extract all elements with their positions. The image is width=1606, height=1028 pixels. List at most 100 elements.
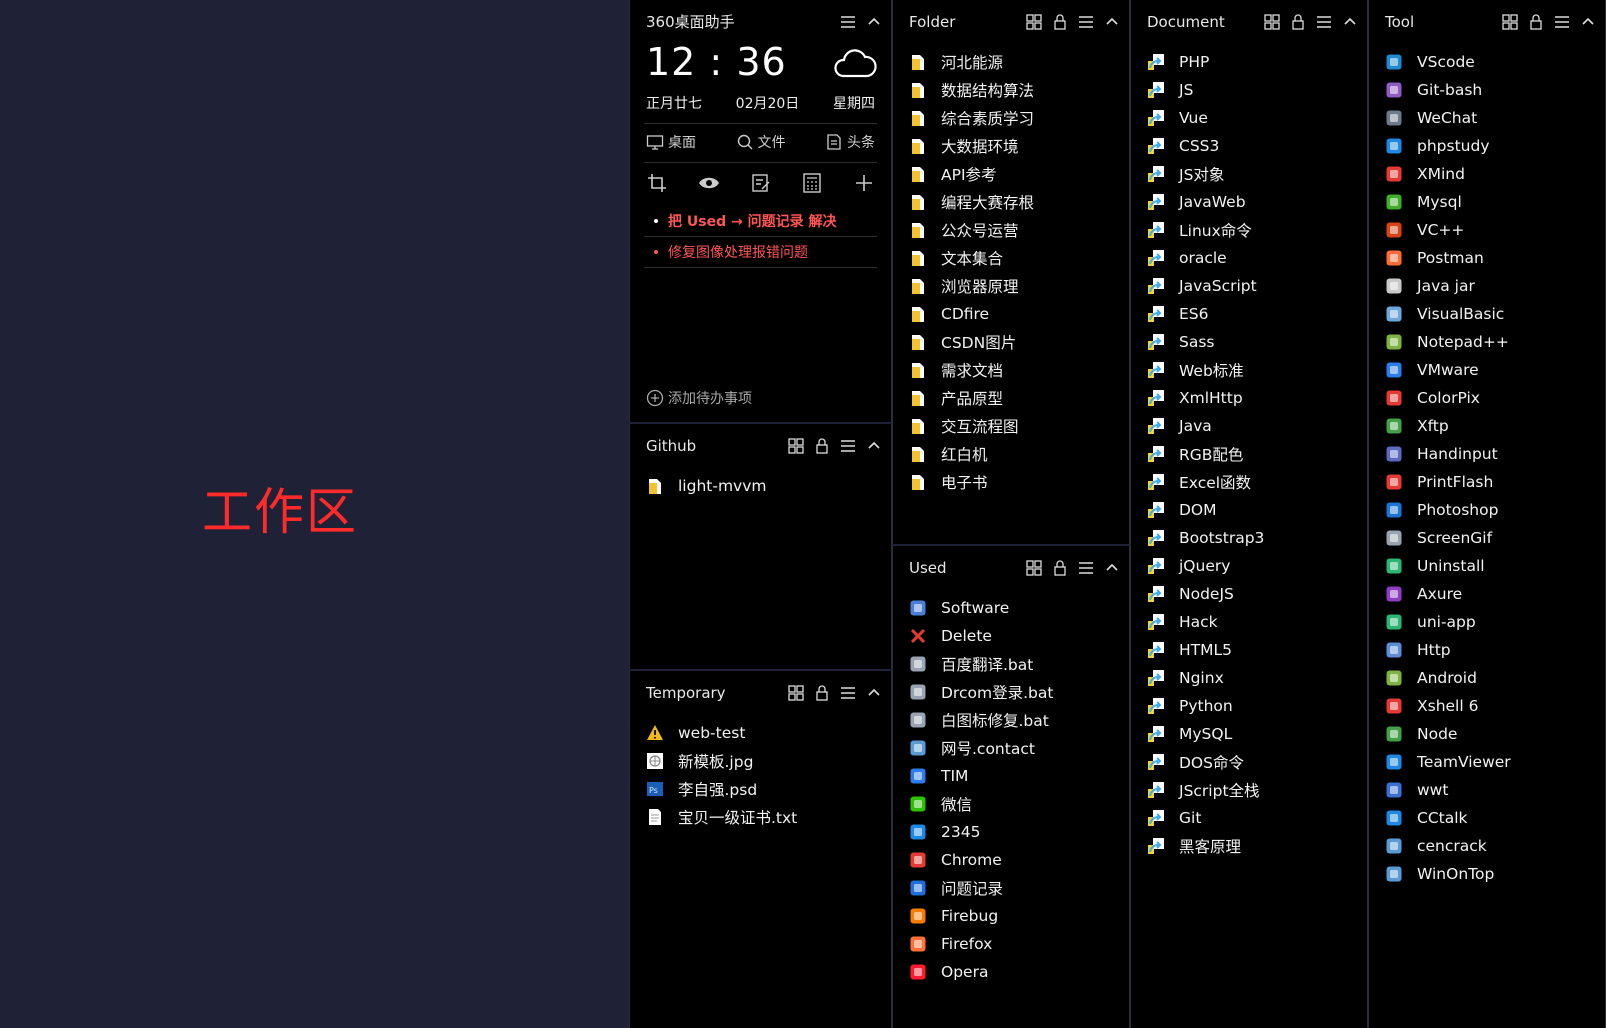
list-item[interactable]: CDfire bbox=[909, 300, 1129, 328]
list-item[interactable]: DOS命令 bbox=[1147, 748, 1367, 776]
todo-item[interactable]: 修复图像处理报错问题 bbox=[654, 242, 875, 262]
lock-icon[interactable] bbox=[813, 684, 831, 702]
list-item[interactable]: Java bbox=[1147, 412, 1367, 440]
list-item[interactable]: 需求文档 bbox=[909, 356, 1129, 384]
list-item[interactable]: API参考 bbox=[909, 160, 1129, 188]
list-item[interactable]: VScode bbox=[1385, 48, 1605, 76]
list-item[interactable]: Handinput bbox=[1385, 440, 1605, 468]
list-item[interactable]: 交互流程图 bbox=[909, 412, 1129, 440]
list-item[interactable]: Http bbox=[1385, 636, 1605, 664]
collapse-chevron-icon[interactable] bbox=[1103, 13, 1121, 31]
list-item[interactable]: 浏览器原理 bbox=[909, 272, 1129, 300]
notes-edit-icon[interactable] bbox=[750, 172, 772, 194]
todo-item[interactable]: 把 Used → 问题记录 解决 bbox=[654, 211, 875, 231]
list-item[interactable]: Drcom登录.bat bbox=[909, 678, 1129, 706]
tab-desktop[interactable]: 桌面 bbox=[646, 132, 696, 152]
list-item[interactable]: Bootstrap3 bbox=[1147, 524, 1367, 552]
list-item[interactable]: MySQL bbox=[1147, 720, 1367, 748]
list-item[interactable]: JScript全栈 bbox=[1147, 776, 1367, 804]
list-item[interactable]: Sass bbox=[1147, 328, 1367, 356]
list-item[interactable]: Nginx bbox=[1147, 664, 1367, 692]
list-item[interactable]: XMind bbox=[1385, 160, 1605, 188]
list-item[interactable]: TeamViewer bbox=[1385, 748, 1605, 776]
list-item[interactable]: JavaWeb bbox=[1147, 188, 1367, 216]
list-item[interactable]: Xftp bbox=[1385, 412, 1605, 440]
list-item[interactable]: 2345 bbox=[909, 818, 1129, 846]
list-item[interactable]: 公众号运营 bbox=[909, 216, 1129, 244]
collapse-chevron-icon[interactable] bbox=[865, 13, 883, 31]
list-item[interactable]: TIM bbox=[909, 762, 1129, 790]
add-todo-button[interactable]: 添加待办事项 bbox=[646, 388, 752, 408]
list-item[interactable]: 微信 bbox=[909, 790, 1129, 818]
list-item[interactable]: jQuery bbox=[1147, 552, 1367, 580]
list-item[interactable]: 白图标修复.bat bbox=[909, 706, 1129, 734]
menu-icon[interactable] bbox=[1315, 13, 1333, 31]
list-item[interactable]: 新模板.jpg bbox=[646, 747, 891, 775]
list-item[interactable]: ES6 bbox=[1147, 300, 1367, 328]
list-item[interactable]: Photoshop bbox=[1385, 496, 1605, 524]
list-item[interactable]: Excel函数 bbox=[1147, 468, 1367, 496]
list-item[interactable]: Notepad++ bbox=[1385, 328, 1605, 356]
list-item[interactable]: JS对象 bbox=[1147, 160, 1367, 188]
list-item[interactable]: Python bbox=[1147, 692, 1367, 720]
list-item[interactable]: CSS3 bbox=[1147, 132, 1367, 160]
list-item[interactable]: CCtalk bbox=[1385, 804, 1605, 832]
list-item[interactable]: VMware bbox=[1385, 356, 1605, 384]
lock-icon[interactable] bbox=[1051, 559, 1069, 577]
list-item[interactable]: NodeJS bbox=[1147, 580, 1367, 608]
grid-view-icon[interactable] bbox=[1025, 13, 1043, 31]
lock-icon[interactable] bbox=[1527, 13, 1545, 31]
list-item[interactable]: Mysql bbox=[1385, 188, 1605, 216]
grid-view-icon[interactable] bbox=[787, 684, 805, 702]
list-item[interactable]: 黑客原理 bbox=[1147, 832, 1367, 860]
list-item[interactable]: Opera bbox=[909, 958, 1129, 986]
list-item[interactable]: ColorPix bbox=[1385, 384, 1605, 412]
list-item[interactable]: Firebug bbox=[909, 902, 1129, 930]
tab-files[interactable]: 文件 bbox=[736, 132, 786, 152]
list-item[interactable]: wwt bbox=[1385, 776, 1605, 804]
grid-view-icon[interactable] bbox=[1025, 559, 1043, 577]
collapse-chevron-icon[interactable] bbox=[1103, 559, 1121, 577]
list-item[interactable]: HTML5 bbox=[1147, 636, 1367, 664]
list-item[interactable]: 编程大赛存根 bbox=[909, 188, 1129, 216]
list-item[interactable]: 数据结构算法 bbox=[909, 76, 1129, 104]
list-item[interactable]: 电子书 bbox=[909, 468, 1129, 496]
list-item[interactable]: Web标准 bbox=[1147, 356, 1367, 384]
lock-icon[interactable] bbox=[1051, 13, 1069, 31]
list-item[interactable]: Chrome bbox=[909, 846, 1129, 874]
list-item[interactable]: oracle bbox=[1147, 244, 1367, 272]
list-item[interactable]: 红白机 bbox=[909, 440, 1129, 468]
list-item[interactable]: 文本集合 bbox=[909, 244, 1129, 272]
list-item[interactable]: JS bbox=[1147, 76, 1367, 104]
list-item[interactable]: Delete bbox=[909, 622, 1129, 650]
grid-view-icon[interactable] bbox=[1263, 13, 1281, 31]
list-item[interactable]: 综合素质学习 bbox=[909, 104, 1129, 132]
list-item[interactable]: 产品原型 bbox=[909, 384, 1129, 412]
collapse-chevron-icon[interactable] bbox=[865, 684, 883, 702]
list-item[interactable]: uni-app bbox=[1385, 608, 1605, 636]
list-item[interactable]: WeChat bbox=[1385, 104, 1605, 132]
list-item[interactable]: XmlHttp bbox=[1147, 384, 1367, 412]
list-item[interactable]: DOM bbox=[1147, 496, 1367, 524]
list-item[interactable]: 大数据环境 bbox=[909, 132, 1129, 160]
list-item[interactable]: Uninstall bbox=[1385, 552, 1605, 580]
list-item[interactable]: Postman bbox=[1385, 244, 1605, 272]
menu-icon[interactable] bbox=[1553, 13, 1571, 31]
list-item[interactable]: Software bbox=[909, 594, 1129, 622]
list-item[interactable]: CSDN图片 bbox=[909, 328, 1129, 356]
crop-screenshot-icon[interactable] bbox=[646, 172, 668, 194]
list-item[interactable]: light-mvvm bbox=[646, 472, 891, 500]
list-item[interactable]: 问题记录 bbox=[909, 874, 1129, 902]
grid-view-icon[interactable] bbox=[1501, 13, 1519, 31]
collapse-chevron-icon[interactable] bbox=[1579, 13, 1597, 31]
list-item[interactable]: Xshell 6 bbox=[1385, 692, 1605, 720]
lock-icon[interactable] bbox=[1289, 13, 1307, 31]
list-item[interactable]: 河北能源 bbox=[909, 48, 1129, 76]
list-item[interactable]: Android bbox=[1385, 664, 1605, 692]
menu-icon[interactable] bbox=[839, 684, 857, 702]
eye-icon[interactable] bbox=[698, 172, 720, 194]
list-item[interactable]: WinOnTop bbox=[1385, 860, 1605, 888]
list-item[interactable]: Git-bash bbox=[1385, 76, 1605, 104]
list-item[interactable]: Axure bbox=[1385, 580, 1605, 608]
list-item[interactable]: Firefox bbox=[909, 930, 1129, 958]
